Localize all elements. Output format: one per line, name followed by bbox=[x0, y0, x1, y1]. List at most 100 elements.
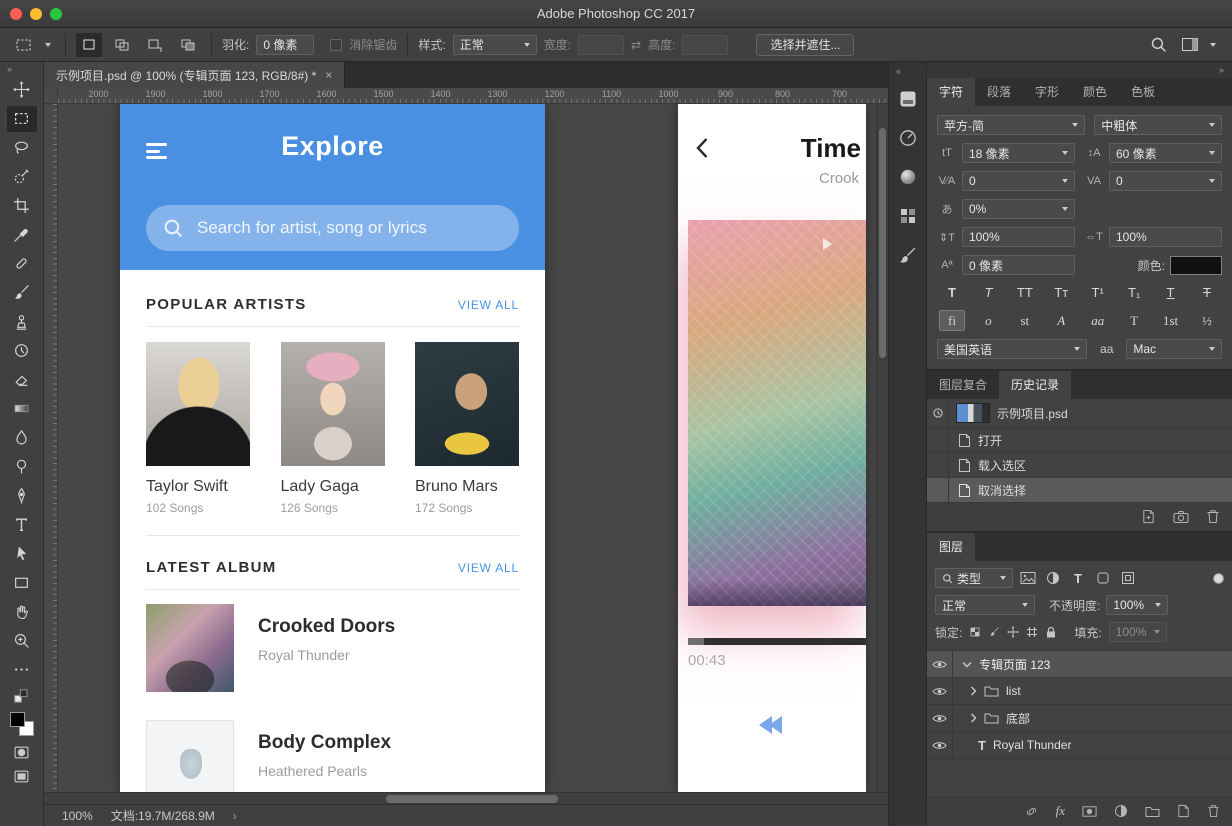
workspace-switcher[interactable] bbox=[1181, 37, 1216, 52]
all-caps-button[interactable]: TT bbox=[1012, 283, 1038, 302]
chevron-right-icon[interactable] bbox=[970, 713, 977, 723]
foreground-color-swatch[interactable] bbox=[10, 712, 25, 727]
intersect-selection-button[interactable] bbox=[175, 33, 201, 57]
tab-layer-comps[interactable]: 图层复合 bbox=[927, 371, 999, 399]
underline-button[interactable]: T bbox=[1158, 283, 1184, 302]
language-select[interactable]: 美国英语 bbox=[937, 339, 1087, 359]
layer-filter-type-select[interactable]: 类型 bbox=[935, 568, 1013, 588]
tab-history[interactable]: 历史记录 bbox=[999, 371, 1071, 399]
new-snapshot-camera-icon[interactable] bbox=[1173, 510, 1189, 524]
tracking-select[interactable]: 0 bbox=[1109, 171, 1222, 191]
history-snapshot-row[interactable]: 示例项目.psd bbox=[927, 399, 1232, 427]
vertical-ruler[interactable] bbox=[44, 104, 58, 792]
brushes-panel-icon[interactable] bbox=[897, 244, 919, 266]
clone-stamp-tool[interactable] bbox=[7, 309, 37, 335]
delete-state-trash-icon[interactable] bbox=[1206, 509, 1220, 524]
new-selection-button[interactable] bbox=[76, 33, 102, 57]
horizontal-ruler[interactable]: 2000 1900 1800 1700 1600 1500 1400 1300 … bbox=[58, 88, 888, 103]
baseline-shift-input[interactable]: 0 像素 bbox=[962, 255, 1075, 275]
blur-tool[interactable] bbox=[7, 425, 37, 451]
visibility-toggle[interactable] bbox=[927, 705, 953, 731]
visibility-toggle[interactable] bbox=[927, 732, 953, 758]
vertical-scrollbar-thumb[interactable] bbox=[879, 128, 886, 358]
spot-healing-brush-tool[interactable] bbox=[7, 251, 37, 277]
kerning-select[interactable]: 0 bbox=[962, 171, 1075, 191]
superscript-button[interactable]: T¹ bbox=[1085, 283, 1111, 302]
quick-selection-tool[interactable] bbox=[7, 164, 37, 190]
ruler-origin-corner[interactable] bbox=[44, 88, 58, 103]
zoom-window-button[interactable] bbox=[50, 8, 62, 20]
layer-row-group[interactable]: list bbox=[927, 678, 1232, 705]
tab-character[interactable]: 字符 bbox=[927, 78, 975, 106]
document-tab[interactable]: 示例项目.psd @ 100% (专辑页面 123, RGB/8#) * × bbox=[44, 62, 345, 88]
vertical-scrollbar[interactable] bbox=[876, 104, 888, 792]
gradient-tool[interactable] bbox=[7, 396, 37, 422]
tab-paragraph[interactable]: 段落 bbox=[975, 78, 1023, 106]
canvas[interactable]: Explore Search for artist, song or lyric… bbox=[58, 104, 876, 792]
font-size-select[interactable]: 18 像素 bbox=[962, 143, 1075, 163]
brush-tool[interactable] bbox=[7, 280, 37, 306]
tsume-select[interactable]: 0% bbox=[962, 199, 1075, 219]
tab-layers[interactable]: 图层 bbox=[927, 533, 975, 561]
hand-tool[interactable] bbox=[7, 599, 37, 625]
edit-toolbar-icon[interactable] bbox=[7, 657, 37, 683]
type-tool[interactable] bbox=[7, 512, 37, 538]
collapse-panels-icon[interactable]: » bbox=[927, 62, 1232, 78]
close-window-button[interactable] bbox=[10, 8, 22, 20]
pen-tool[interactable] bbox=[7, 483, 37, 509]
swap-colors-icon[interactable] bbox=[13, 688, 31, 704]
history-source-well[interactable] bbox=[927, 453, 949, 477]
discretionary-ligatures-button[interactable]: st bbox=[1012, 311, 1038, 330]
leading-select[interactable]: 60 像素 bbox=[1109, 143, 1222, 163]
layer-row-group[interactable]: 底部 bbox=[927, 705, 1232, 732]
layer-filter-toggle[interactable] bbox=[1213, 573, 1224, 584]
ordinals-button[interactable]: 1st bbox=[1158, 311, 1184, 330]
width-input[interactable] bbox=[578, 35, 624, 55]
zoom-level[interactable]: 100% bbox=[62, 809, 93, 823]
new-layer-icon[interactable] bbox=[1177, 804, 1190, 818]
move-tool[interactable] bbox=[7, 77, 37, 103]
history-step[interactable]: 载入选区 bbox=[927, 452, 1232, 477]
history-brush-tool[interactable] bbox=[7, 338, 37, 364]
chevron-down-icon[interactable] bbox=[962, 661, 972, 668]
history-source-well[interactable] bbox=[927, 428, 949, 452]
color-panel-icon[interactable] bbox=[897, 166, 919, 188]
subscript-button[interactable]: T₁ bbox=[1121, 283, 1147, 302]
dodge-tool[interactable] bbox=[7, 454, 37, 480]
select-and-mask-button[interactable]: 选择并遮住... bbox=[756, 34, 854, 56]
filter-pixel-layers-icon[interactable] bbox=[1018, 569, 1038, 587]
small-caps-button[interactable]: Tᴛ bbox=[1048, 283, 1074, 302]
eraser-tool[interactable] bbox=[7, 367, 37, 393]
zoom-tool[interactable] bbox=[7, 628, 37, 654]
fractions-button[interactable]: ½ bbox=[1194, 311, 1220, 330]
screen-mode-icon[interactable] bbox=[13, 768, 30, 785]
strikethrough-button[interactable]: T bbox=[1194, 283, 1220, 302]
add-to-selection-button[interactable] bbox=[109, 33, 135, 57]
layer-row-artboard[interactable]: 专辑页面 123 bbox=[927, 651, 1232, 678]
new-document-from-state-icon[interactable] bbox=[1141, 509, 1156, 524]
titling-alternates-button[interactable]: T bbox=[1121, 311, 1147, 330]
filter-type-layers-icon[interactable]: T bbox=[1068, 569, 1088, 587]
add-layer-mask-icon[interactable] bbox=[1082, 805, 1097, 818]
feather-input[interactable]: 0 像素 bbox=[256, 35, 314, 55]
font-style-select[interactable]: 中粗体 bbox=[1094, 115, 1222, 135]
expand-panels-icon[interactable]: « bbox=[889, 62, 901, 80]
history-step-selected[interactable]: 取消选择 bbox=[927, 477, 1232, 502]
faux-italic-button[interactable]: T bbox=[975, 283, 1001, 302]
tab-glyphs[interactable]: 字形 bbox=[1023, 78, 1071, 106]
filter-smart-objects-icon[interactable] bbox=[1118, 569, 1138, 587]
history-step[interactable]: 打开 bbox=[927, 427, 1232, 452]
stylistic-alternates-button[interactable]: aa bbox=[1085, 311, 1111, 330]
link-layers-icon[interactable] bbox=[1024, 805, 1039, 818]
search-icon[interactable] bbox=[1150, 36, 1167, 53]
history-source-well[interactable] bbox=[927, 399, 949, 427]
tab-color[interactable]: 颜色 bbox=[1071, 78, 1119, 106]
quick-mask-icon[interactable] bbox=[13, 744, 30, 761]
visibility-toggle[interactable] bbox=[927, 651, 953, 677]
height-input[interactable] bbox=[682, 35, 728, 55]
swash-button[interactable]: A bbox=[1048, 311, 1074, 330]
status-chevron-icon[interactable]: › bbox=[233, 809, 237, 823]
filter-adjustment-layers-icon[interactable] bbox=[1043, 569, 1063, 587]
path-selection-tool[interactable] bbox=[7, 541, 37, 567]
lock-pixels-brush-icon[interactable] bbox=[988, 626, 1000, 638]
